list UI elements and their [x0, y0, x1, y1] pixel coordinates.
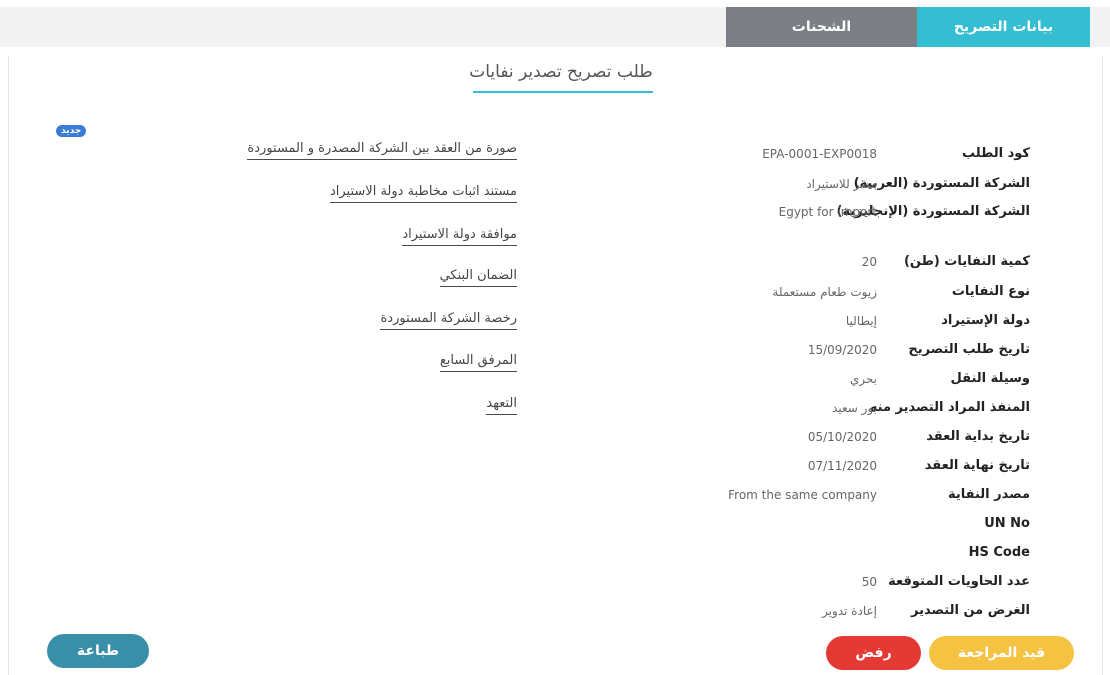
- detail-value: 15/09/2020: [807, 343, 877, 357]
- print-button[interactable]: طباعة: [47, 634, 149, 668]
- new-badge: جديد: [56, 125, 87, 137]
- detail-value: مصر للاستيراد: [806, 177, 877, 191]
- attachment-importer-license-link[interactable]: رخصة الشركة المستوردة: [380, 311, 517, 330]
- detail-value: Egypt for import: [778, 205, 877, 219]
- detail-value: 20: [861, 255, 877, 269]
- page-title: طلب تصريح تصدير نفايات: [469, 62, 653, 82]
- tab-permit-data[interactable]: بيانات التصريح: [917, 7, 1090, 47]
- detail-value: زيوت طعام مستعملة: [772, 285, 877, 299]
- detail-value: بحري: [849, 372, 877, 386]
- attachment-seventh-link[interactable]: المرفق السابع: [439, 353, 517, 372]
- attachment-undertaking-link[interactable]: التعهد: [486, 396, 517, 415]
- detail-value: إيطاليا: [845, 314, 877, 328]
- title-underline: [473, 91, 653, 93]
- detail-value: بور سعيد: [832, 401, 877, 415]
- panel-border: [8, 56, 9, 675]
- detail-value: 05/10/2020: [807, 430, 877, 444]
- attachment-import-correspondence-link[interactable]: مستند اثبات مخاطبة دولة الاستيراد: [329, 184, 517, 203]
- detail-label: HS Code: [968, 545, 1030, 560]
- tab-shipments[interactable]: الشحنات: [726, 7, 917, 47]
- detail-label: UN No: [984, 516, 1030, 531]
- detail-value: 07/11/2020: [807, 459, 877, 473]
- detail-value: EPA-0001-EXP0018: [762, 147, 877, 161]
- panel-border: [1102, 56, 1103, 675]
- detail-value: إعادة تدوير: [822, 604, 877, 618]
- attachment-contract-link[interactable]: صورة من العقد بين الشركة المصدرة و المست…: [247, 141, 517, 160]
- reject-button[interactable]: رفض: [826, 636, 921, 670]
- detail-value: From the same company: [728, 488, 877, 502]
- attachment-bank-guarantee-link[interactable]: الضمان البنكي: [439, 268, 517, 287]
- detail-value: 50: [861, 575, 877, 589]
- attachment-import-approval-link[interactable]: موافقة دولة الاستيراد: [402, 227, 517, 246]
- under-review-button[interactable]: قيد المراجعة: [929, 636, 1074, 670]
